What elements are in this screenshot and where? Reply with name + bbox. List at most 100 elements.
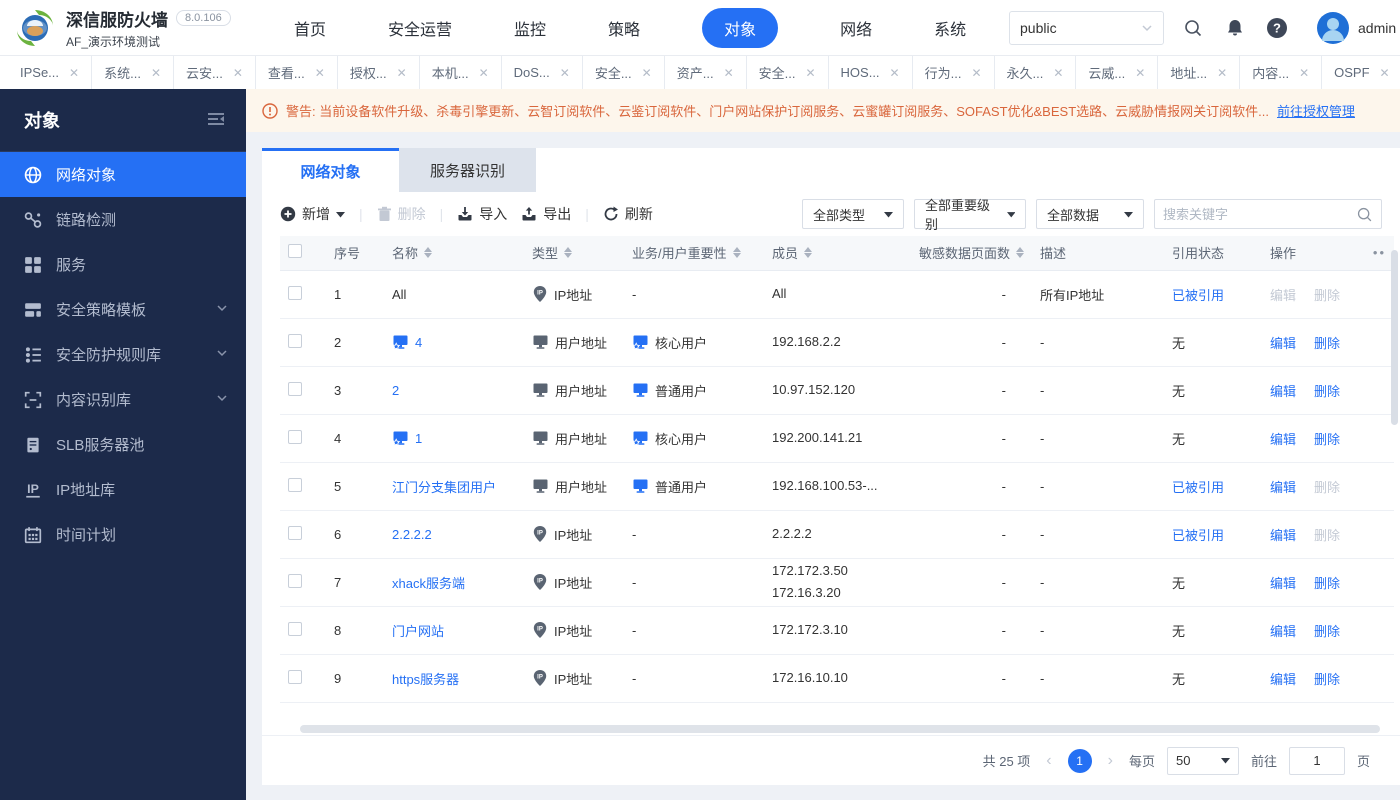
sidebar-item-0[interactable]: 网络对象 [0,152,246,197]
nav-item-5[interactable]: 网络 [840,16,872,40]
sort-icon[interactable] [733,247,741,258]
ref-status[interactable]: 已被引用 [1172,480,1224,495]
type-filter-select[interactable]: 全部类型 [802,199,904,229]
close-icon[interactable]: ✕ [1217,66,1227,80]
search-icon[interactable] [1180,15,1206,41]
row-checkbox[interactable] [288,622,302,636]
sidebar-item-3[interactable]: 安全策略模板 [0,287,246,332]
data-filter-select[interactable]: 全部数据 [1036,199,1144,229]
open-tab-7[interactable]: 安全...✕ [583,56,665,89]
user-menu[interactable]: admin [1316,11,1400,45]
next-page-icon[interactable]: › [1104,752,1117,770]
open-tab-8[interactable]: 资产...✕ [665,56,747,89]
ref-status[interactable]: 已被引用 [1172,288,1224,303]
close-icon[interactable]: ✕ [560,66,570,80]
content-tab-1[interactable]: 服务器识别 [399,148,536,192]
delete-link[interactable]: 删除 [1314,384,1340,399]
close-icon[interactable]: ✕ [805,66,815,80]
sort-icon[interactable] [424,247,432,258]
help-icon[interactable]: ? [1264,15,1290,41]
nav-item-4[interactable]: 对象 [702,8,778,48]
close-icon[interactable]: ✕ [233,66,243,80]
object-name[interactable]: 4 [415,335,422,350]
edit-link[interactable]: 编辑 [1270,576,1296,591]
edit-link[interactable]: 编辑 [1270,672,1296,687]
content-tab-0[interactable]: 网络对象 [262,148,399,192]
nav-item-1[interactable]: 安全运营 [388,16,452,40]
object-name[interactable]: https服务器 [392,669,459,688]
open-tab-0[interactable]: IPSe...✕ [8,56,92,89]
close-icon[interactable]: ✕ [890,66,900,80]
delete-button[interactable]: 删除 [377,204,426,224]
row-checkbox[interactable] [288,478,302,492]
select-all-checkbox[interactable] [288,244,302,258]
row-checkbox[interactable] [288,382,302,396]
sidebar-item-4[interactable]: 安全防护规则库 [0,332,246,377]
open-tab-11[interactable]: 行为...✕ [913,56,995,89]
sidebar-item-6[interactable]: SLB服务器池 [0,422,246,467]
row-checkbox[interactable] [288,574,302,588]
delete-link[interactable]: 删除 [1314,432,1340,447]
delete-link[interactable]: 删除 [1314,336,1340,351]
keyword-search-input[interactable] [1163,207,1350,222]
close-icon[interactable]: ✕ [1380,66,1390,80]
edit-link[interactable]: 编辑 [1270,288,1296,303]
close-icon[interactable]: ✕ [642,66,652,80]
sidebar-item-7[interactable]: IP IP地址库 [0,467,246,512]
delete-link[interactable]: 删除 [1314,288,1340,303]
open-tab-16[interactable]: OSPF✕ [1322,56,1400,89]
delete-link[interactable]: 删除 [1314,480,1340,495]
object-name[interactable]: xhack服务端 [392,573,465,592]
prev-page-icon[interactable]: ‹ [1042,752,1055,770]
close-icon[interactable]: ✕ [315,66,325,80]
vertical-scrollbar[interactable] [1391,250,1398,425]
close-icon[interactable]: ✕ [1299,66,1309,80]
object-name[interactable]: 1 [415,431,422,446]
scope-select[interactable]: public [1009,11,1164,45]
open-tab-5[interactable]: 本机...✕ [420,56,502,89]
sort-icon[interactable] [804,247,812,258]
close-icon[interactable]: ✕ [397,66,407,80]
refresh-button[interactable]: 刷新 [603,204,653,224]
close-icon[interactable]: ✕ [1135,66,1145,80]
row-checkbox[interactable] [288,670,302,684]
delete-link[interactable]: 删除 [1314,624,1340,639]
goto-page-input[interactable] [1289,747,1345,775]
open-tab-15[interactable]: 内容...✕ [1240,56,1322,89]
open-tab-3[interactable]: 查看...✕ [256,56,338,89]
edit-link[interactable]: 编辑 [1270,480,1296,495]
sidebar-item-2[interactable]: 服务 [0,242,246,287]
delete-link[interactable]: 删除 [1314,528,1340,543]
nav-item-0[interactable]: 首页 [294,16,326,40]
page-number-button[interactable]: 1 [1068,749,1092,773]
edit-link[interactable]: 编辑 [1270,624,1296,639]
sidebar-item-8[interactable]: 时间计划 [0,512,246,557]
import-button[interactable]: 导入 [457,204,507,224]
nav-item-3[interactable]: 策略 [608,16,640,40]
close-icon[interactable]: ✕ [151,66,161,80]
notifications-bell-icon[interactable] [1222,15,1248,41]
close-icon[interactable]: ✕ [724,66,734,80]
more-columns-icon[interactable]: •• [1373,245,1386,260]
add-button[interactable]: 新增 [280,204,345,224]
sort-icon[interactable] [564,247,572,258]
row-checkbox[interactable] [288,286,302,300]
ref-status[interactable]: 已被引用 [1172,528,1224,543]
horizontal-scrollbar[interactable] [300,725,1380,733]
row-checkbox[interactable] [288,526,302,540]
open-tab-10[interactable]: HOS...✕ [829,56,913,89]
delete-link[interactable]: 删除 [1314,576,1340,591]
importance-filter-select[interactable]: 全部重要级别 [914,199,1026,229]
close-icon[interactable]: ✕ [1053,66,1063,80]
open-tab-12[interactable]: 永久...✕ [995,56,1077,89]
edit-link[interactable]: 编辑 [1270,528,1296,543]
row-checkbox[interactable] [288,430,302,444]
close-icon[interactable]: ✕ [479,66,489,80]
edit-link[interactable]: 编辑 [1270,336,1296,351]
object-name[interactable]: 门户网站 [392,621,444,640]
nav-item-6[interactable]: 系统 [934,16,966,40]
object-name[interactable]: 2 [392,383,399,398]
edit-link[interactable]: 编辑 [1270,384,1296,399]
open-tab-9[interactable]: 安全...✕ [747,56,829,89]
delete-link[interactable]: 删除 [1314,672,1340,687]
